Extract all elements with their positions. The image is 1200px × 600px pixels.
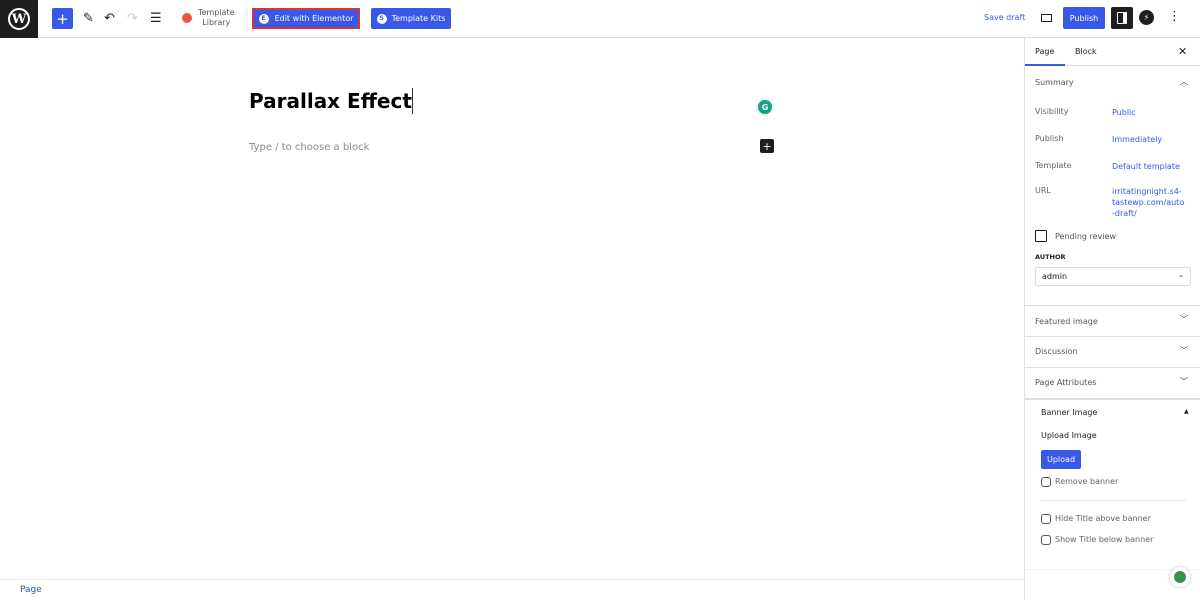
remove-banner-checkbox[interactable] (1041, 477, 1051, 487)
editor-footer: Page (0, 579, 1024, 600)
list-view-icon[interactable]: ☰ (150, 9, 162, 29)
template-label: Template (1035, 161, 1072, 170)
upload-image-label: Upload Image (1041, 431, 1097, 440)
publish-label: Publish (1035, 134, 1064, 143)
url-line: tastewp.com/auto (1112, 198, 1185, 207)
chevron-down-icon[interactable]: ﹀ (1180, 314, 1188, 325)
pending-review-checkbox[interactable] (1035, 230, 1047, 242)
template-library-icon (182, 13, 192, 23)
post-title-input[interactable]: Parallax Effect (249, 88, 413, 114)
elementor-icon: E (258, 13, 269, 24)
url-line: irritatingnight.s4- (1112, 187, 1182, 196)
divider (1025, 336, 1200, 337)
performance-icon[interactable]: ⚡ (1139, 10, 1154, 25)
template-kits-button[interactable]: S Template Kits (371, 8, 451, 29)
template-library-line2: Library (202, 18, 231, 27)
chevron-down-icon[interactable]: ﹀ (1180, 345, 1188, 356)
block-placeholder[interactable]: Type / to choose a block (249, 142, 369, 153)
hide-title-checkbox[interactable] (1041, 514, 1051, 524)
remove-banner-label: Remove banner (1055, 477, 1119, 486)
settings-sidebar: Page Block ✕ Summary ︿ Visibility Public… (1024, 38, 1200, 600)
more-options-icon[interactable]: ⋮ (1168, 9, 1181, 24)
caret-up-icon[interactable]: ▲ (1184, 408, 1189, 415)
active-tab-indicator (1025, 64, 1065, 66)
editor-toolbar: W + ✎ ↶ ↷ ☰ Template Library E Edit with… (0, 0, 1200, 38)
block-inserter-button[interactable]: + (52, 8, 73, 29)
redo-icon[interactable]: ↷ (127, 9, 138, 29)
chevron-up-icon[interactable]: ︿ (1180, 76, 1188, 87)
featured-image-panel-title[interactable]: Featured image (1035, 317, 1098, 326)
template-library-line1: Template (198, 8, 235, 17)
url-line: -draft/ (1112, 209, 1137, 218)
add-block-button[interactable]: + (760, 139, 774, 153)
visibility-label: Visibility (1035, 107, 1069, 116)
template-kits-icon: S (376, 13, 387, 24)
page-attributes-panel-title[interactable]: Page Attributes (1035, 378, 1096, 387)
save-draft-button[interactable]: Save draft (984, 13, 1025, 22)
divider (1025, 367, 1200, 368)
hide-title-label: Hide Title above banner (1055, 514, 1151, 523)
divider (1025, 398, 1200, 400)
robot-icon (1174, 571, 1186, 583)
grammarly-icon[interactable]: G (758, 100, 772, 114)
sidebar-tabs: Page Block ✕ (1025, 38, 1200, 66)
sidebar-icon (1117, 12, 1127, 24)
tab-page[interactable]: Page (1035, 47, 1054, 56)
plus-icon: + (762, 139, 772, 153)
template-value[interactable]: Default template (1112, 161, 1180, 172)
author-select[interactable]: admin ⌄ (1035, 267, 1191, 286)
template-library-label: Template Library (198, 8, 235, 28)
pending-review-label: Pending review (1055, 232, 1116, 241)
wordpress-icon: W (8, 8, 30, 30)
show-title-label: Show Title below banner (1055, 535, 1154, 544)
edit-with-elementor-button[interactable]: E Edit with Elementor (252, 8, 360, 29)
upload-button[interactable]: Upload (1041, 450, 1081, 469)
breadcrumb-page[interactable]: Page (20, 585, 42, 595)
publish-value[interactable]: Immediately (1112, 134, 1162, 145)
template-kits-label: Template Kits (391, 14, 446, 23)
show-title-checkbox[interactable] (1041, 535, 1051, 545)
settings-toggle-button[interactable] (1111, 7, 1133, 29)
banner-image-title[interactable]: Banner Image (1041, 408, 1097, 417)
author-label: AUTHOR (1035, 253, 1066, 261)
url-label: URL (1035, 186, 1051, 195)
template-library-button[interactable]: Template Library (182, 8, 235, 28)
wordpress-logo-button[interactable]: W (0, 0, 38, 38)
discussion-panel-title[interactable]: Discussion (1035, 347, 1078, 356)
divider (1041, 500, 1186, 501)
editor-canvas: Parallax Effect G Type / to choose a blo… (0, 38, 1024, 579)
tab-block[interactable]: Block (1075, 47, 1097, 56)
divider (1025, 305, 1200, 306)
plus-icon: + (56, 9, 69, 28)
edit-tools-icon[interactable]: ✎ (83, 9, 94, 29)
summary-panel-title[interactable]: Summary (1035, 78, 1074, 87)
edit-with-elementor-label: Edit with Elementor (274, 14, 354, 23)
url-value[interactable]: irritatingnight.s4- tastewp.com/auto -dr… (1112, 186, 1184, 219)
chevron-down-icon: ⌄ (1178, 271, 1184, 279)
close-icon[interactable]: ✕ (1178, 45, 1187, 58)
preview-icon[interactable] (1041, 14, 1052, 22)
chatbot-button[interactable] (1170, 567, 1190, 587)
publish-button[interactable]: Publish (1063, 7, 1105, 29)
chevron-down-icon[interactable]: ﹀ (1180, 376, 1188, 387)
author-value: admin (1042, 272, 1068, 281)
visibility-value[interactable]: Public (1112, 107, 1136, 118)
undo-icon[interactable]: ↶ (104, 9, 115, 29)
